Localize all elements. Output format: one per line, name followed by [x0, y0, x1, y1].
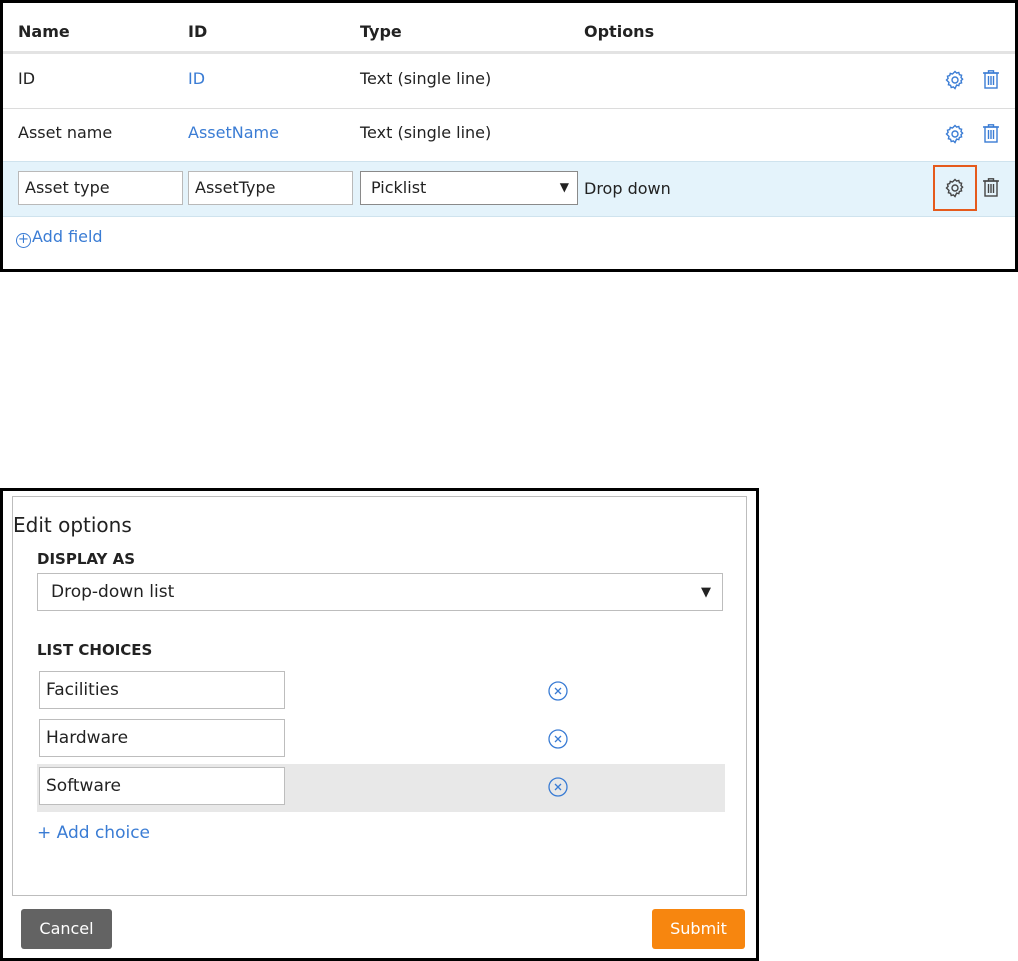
remove-circle-icon[interactable]: [547, 680, 569, 702]
add-field-link[interactable]: + Add field: [16, 227, 103, 248]
header-id: ID: [188, 22, 208, 41]
remove-circle-icon[interactable]: [547, 776, 569, 798]
list-item: Hardware: [37, 716, 725, 764]
field-name-input[interactable]: Asset type: [18, 171, 183, 205]
header-name: Name: [18, 22, 70, 41]
gear-icon[interactable]: [944, 69, 966, 91]
choice-input[interactable]: Hardware: [39, 719, 285, 757]
display-as-label: DISPLAY AS: [37, 550, 136, 568]
fields-panel: Name ID Type Options ID ID Text (single …: [0, 0, 1018, 272]
choice-input[interactable]: Software: [39, 767, 285, 805]
field-row-asset-type: Asset type AssetType Picklist ▼ Drop dow…: [3, 161, 1015, 217]
choice-input[interactable]: Facilities: [39, 671, 285, 709]
display-as-select[interactable]: Drop-down list ▼: [37, 573, 723, 611]
list-choices-label: LIST CHOICES: [37, 641, 153, 659]
trash-icon[interactable]: [980, 176, 1002, 198]
trash-icon[interactable]: [980, 122, 1002, 144]
field-type-value: Picklist: [371, 178, 427, 197]
field-row-asset-name: Asset name AssetName Text (single line): [3, 109, 1015, 161]
cancel-button[interactable]: Cancel: [21, 909, 112, 949]
gear-icon[interactable]: [944, 123, 966, 145]
field-id-link[interactable]: AssetName: [188, 123, 279, 142]
caret-down-icon: ▼: [701, 585, 711, 600]
dialog-title: Edit options: [13, 513, 132, 537]
header-options: Options: [584, 22, 655, 41]
display-as-value: Drop-down list: [51, 582, 175, 602]
field-id-input[interactable]: AssetType: [188, 171, 353, 205]
field-id-link[interactable]: ID: [188, 69, 205, 88]
field-row-id: ID ID Text (single line): [3, 54, 1015, 108]
edit-options-dialog: Edit options DISPLAY AS Drop-down list ▼…: [0, 488, 759, 961]
add-field-label: Add field: [32, 227, 103, 246]
trash-icon[interactable]: [980, 68, 1002, 90]
gear-icon[interactable]: [944, 177, 966, 199]
caret-down-icon: ▼: [559, 180, 569, 194]
dialog-body: Edit options DISPLAY AS Drop-down list ▼…: [12, 496, 747, 896]
field-name: Asset name: [18, 123, 113, 142]
header-type: Type: [360, 22, 402, 41]
field-type: Text (single line): [360, 123, 492, 142]
remove-circle-icon[interactable]: [547, 728, 569, 750]
add-choice-link[interactable]: + Add choice: [37, 823, 150, 843]
plus-circle-icon: +: [16, 233, 31, 248]
field-type-select[interactable]: Picklist ▼: [360, 171, 578, 205]
submit-button[interactable]: Submit: [652, 909, 745, 949]
field-name: ID: [18, 69, 36, 88]
list-item: Facilities: [37, 668, 725, 716]
field-options: Drop down: [584, 179, 671, 198]
field-type: Text (single line): [360, 69, 492, 88]
list-item: Software: [37, 764, 725, 812]
